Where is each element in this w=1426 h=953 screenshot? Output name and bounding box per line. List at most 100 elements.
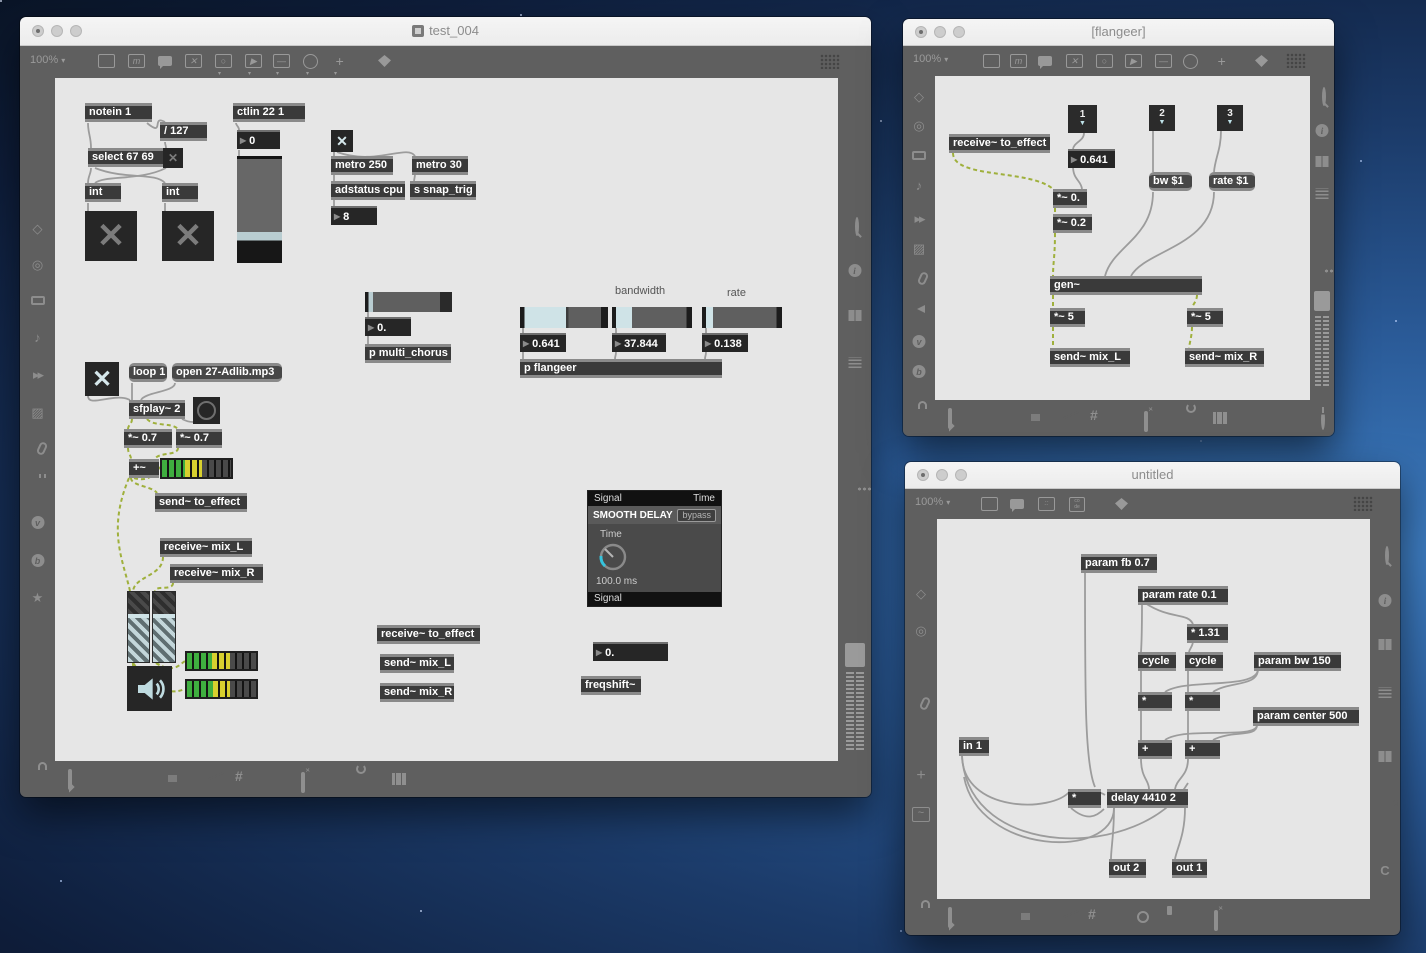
bang-button[interactable] bbox=[193, 397, 220, 424]
search-icon[interactable] bbox=[1385, 546, 1389, 565]
add-more-objects-icon[interactable]: + bbox=[331, 54, 348, 68]
new-playbar-icon[interactable]: ▶ bbox=[245, 54, 262, 68]
toggle-small[interactable]: ✕ bbox=[163, 148, 183, 168]
float-box-chorus[interactable]: ▶ 0. bbox=[365, 317, 411, 336]
patcher-canvas[interactable]: notein 1 / 127 select 67 69 ✕ int int ✕ … bbox=[55, 78, 838, 761]
new-slider-icon[interactable]: — bbox=[1155, 54, 1172, 68]
comment-bandwidth[interactable]: bandwidth bbox=[615, 285, 665, 297]
hslider-rate[interactable] bbox=[702, 307, 782, 328]
columns-icon[interactable] bbox=[848, 310, 861, 321]
speaker-icon[interactable] bbox=[913, 305, 925, 313]
message-box-open[interactable]: open 27-Adlib.mp3 bbox=[172, 363, 282, 382]
object-box-metro30[interactable]: metro 30 bbox=[412, 156, 468, 175]
message-box-loop[interactable]: loop 1 bbox=[129, 363, 167, 382]
new-button-icon[interactable]: ○ bbox=[215, 54, 232, 68]
attachment-icon[interactable] bbox=[918, 695, 932, 712]
object-box-ctlin[interactable]: ctlin 22 1 bbox=[233, 103, 305, 122]
object-box-sfplay[interactable]: sfplay~ 2 bbox=[129, 400, 185, 419]
toggle-metro[interactable]: ✕ bbox=[331, 130, 353, 152]
new-button-icon[interactable]: ○ bbox=[1096, 54, 1113, 68]
beap-icon[interactable]: b bbox=[912, 365, 926, 378]
object-box-in1[interactable]: in 1 bbox=[959, 737, 989, 756]
object-box-receive-effect[interactable]: receive~ to_effect bbox=[377, 625, 480, 644]
new-dial-icon[interactable] bbox=[303, 54, 318, 69]
master-volume-thumb[interactable] bbox=[844, 643, 865, 667]
image-icon[interactable]: ▨ bbox=[31, 406, 43, 420]
new-toggle-icon[interactable]: ✕ bbox=[185, 54, 202, 68]
level-meter[interactable] bbox=[160, 458, 233, 479]
columns-icon[interactable] bbox=[1378, 751, 1392, 762]
search-icon[interactable] bbox=[854, 217, 859, 236]
message-box-rate[interactable]: rate $1 bbox=[1209, 172, 1255, 191]
attachment-icon[interactable] bbox=[35, 440, 48, 457]
object-box-mul5-right[interactable]: *~ 5 bbox=[1187, 308, 1223, 327]
sequencer-icon[interactable]: ▸▸ bbox=[914, 212, 925, 226]
grid-toggle-icon[interactable] bbox=[820, 54, 840, 69]
new-toggle-icon[interactable]: ✕ bbox=[1066, 54, 1083, 68]
object-box-mul-a[interactable]: * bbox=[1138, 692, 1172, 711]
object-box-mul-fb[interactable]: * bbox=[1068, 789, 1101, 808]
audio-power-icon[interactable] bbox=[1321, 409, 1325, 430]
search-icon[interactable] bbox=[1322, 87, 1326, 106]
float-box-depth[interactable]: ▶ 0.641 bbox=[1068, 149, 1115, 168]
toggle-big[interactable]: ✕ bbox=[85, 211, 137, 261]
audio-note-icon[interactable]: ♪ bbox=[34, 331, 41, 345]
object-box-send-mixr[interactable]: send~ mix_R bbox=[380, 683, 454, 702]
object-box-cycle1[interactable]: cycle bbox=[1138, 652, 1176, 671]
new-object-icon[interactable] bbox=[981, 497, 998, 511]
beap-icon[interactable]: b bbox=[31, 554, 44, 567]
subpatcher-multi-chorus[interactable]: p multi_chorus bbox=[365, 344, 451, 363]
list-icon[interactable] bbox=[848, 357, 861, 368]
master-level-meter[interactable] bbox=[845, 670, 864, 750]
subpatcher-flangeer[interactable]: p flangeer bbox=[520, 359, 722, 378]
signal-probe-icon[interactable] bbox=[1144, 411, 1148, 432]
object-box-receive-mixr[interactable]: receive~ mix_R bbox=[170, 564, 263, 583]
object-box-int[interactable]: int bbox=[162, 183, 198, 202]
format-palette-icon[interactable] bbox=[378, 55, 391, 67]
new-object-icon[interactable] bbox=[98, 54, 115, 68]
master-volume-thumb[interactable] bbox=[1314, 291, 1330, 311]
comment-rate[interactable]: rate bbox=[727, 287, 746, 299]
object-box-out2[interactable]: out 2 bbox=[1109, 859, 1146, 878]
format-palette-icon[interactable] bbox=[1115, 498, 1128, 510]
object-box-notein[interactable]: notein 1 bbox=[85, 103, 152, 122]
object-box-mul131[interactable]: * 1.31 bbox=[1187, 624, 1228, 643]
codebox-icon[interactable]: co de bbox=[1069, 497, 1085, 512]
packages-icon[interactable]: ◇ bbox=[916, 587, 926, 601]
new-slider-icon[interactable]: — bbox=[273, 54, 290, 68]
object-box-send-snaptrig[interactable]: s snap_trig bbox=[410, 181, 476, 200]
object-box-gen[interactable]: gen~ bbox=[1050, 276, 1202, 295]
sequencer-icon[interactable]: ▸▸ bbox=[33, 368, 44, 382]
object-box-param-center[interactable]: param center 500 bbox=[1253, 707, 1359, 726]
number-box-ctl[interactable]: ▶ 0 bbox=[237, 130, 280, 149]
grid-snap-icon[interactable]: # bbox=[1090, 408, 1098, 422]
titlebar[interactable]: test_004 bbox=[20, 17, 871, 46]
toggle-play[interactable]: ✕ bbox=[85, 362, 119, 396]
midi-keyboard-icon[interactable] bbox=[392, 773, 406, 785]
float-box-depth[interactable]: ▶ 0.641 bbox=[520, 333, 566, 352]
region-select-icon[interactable] bbox=[948, 408, 952, 429]
object-box-send-effect[interactable]: send~ to_effect bbox=[155, 493, 247, 512]
vinyl-icon[interactable]: ◎ bbox=[32, 258, 43, 272]
packages-icon[interactable]: ◇ bbox=[33, 222, 43, 236]
titlebar[interactable]: untitled bbox=[905, 462, 1400, 489]
object-box-out1[interactable]: out 1 bbox=[1172, 859, 1207, 878]
speaker-dac-button[interactable] bbox=[127, 666, 172, 711]
object-box-cycle2[interactable]: cycle bbox=[1185, 652, 1223, 671]
grid-toggle-icon[interactable] bbox=[1286, 53, 1306, 68]
time-knob[interactable] bbox=[595, 539, 631, 575]
object-box-add-b[interactable]: + bbox=[1185, 740, 1220, 759]
new-playbar-icon[interactable]: ▶ bbox=[1125, 54, 1142, 68]
info-icon[interactable]: i bbox=[848, 264, 861, 277]
region-select-icon[interactable] bbox=[948, 907, 952, 928]
device-icon[interactable] bbox=[912, 151, 926, 160]
object-box-send-mixl[interactable]: send~ mix_L bbox=[380, 654, 454, 673]
zoom-level-control[interactable]: 100% ▾ bbox=[915, 496, 950, 508]
add-more-objects-icon[interactable]: + bbox=[1213, 54, 1230, 68]
grid-snap-icon[interactable]: # bbox=[1088, 907, 1096, 921]
float-box-freq[interactable]: ▶ 0. bbox=[593, 642, 668, 661]
object-box-param-bw[interactable]: param bw 150 bbox=[1254, 652, 1341, 671]
vizzie-icon[interactable]: v bbox=[912, 335, 926, 348]
vinyl-icon[interactable]: ◎ bbox=[915, 624, 926, 638]
patcher-canvas[interactable]: 1 ▼ 2 ▼ 3 ▼ receive~ to_effect ▶ 0.641 bw $1… bbox=[935, 76, 1310, 400]
